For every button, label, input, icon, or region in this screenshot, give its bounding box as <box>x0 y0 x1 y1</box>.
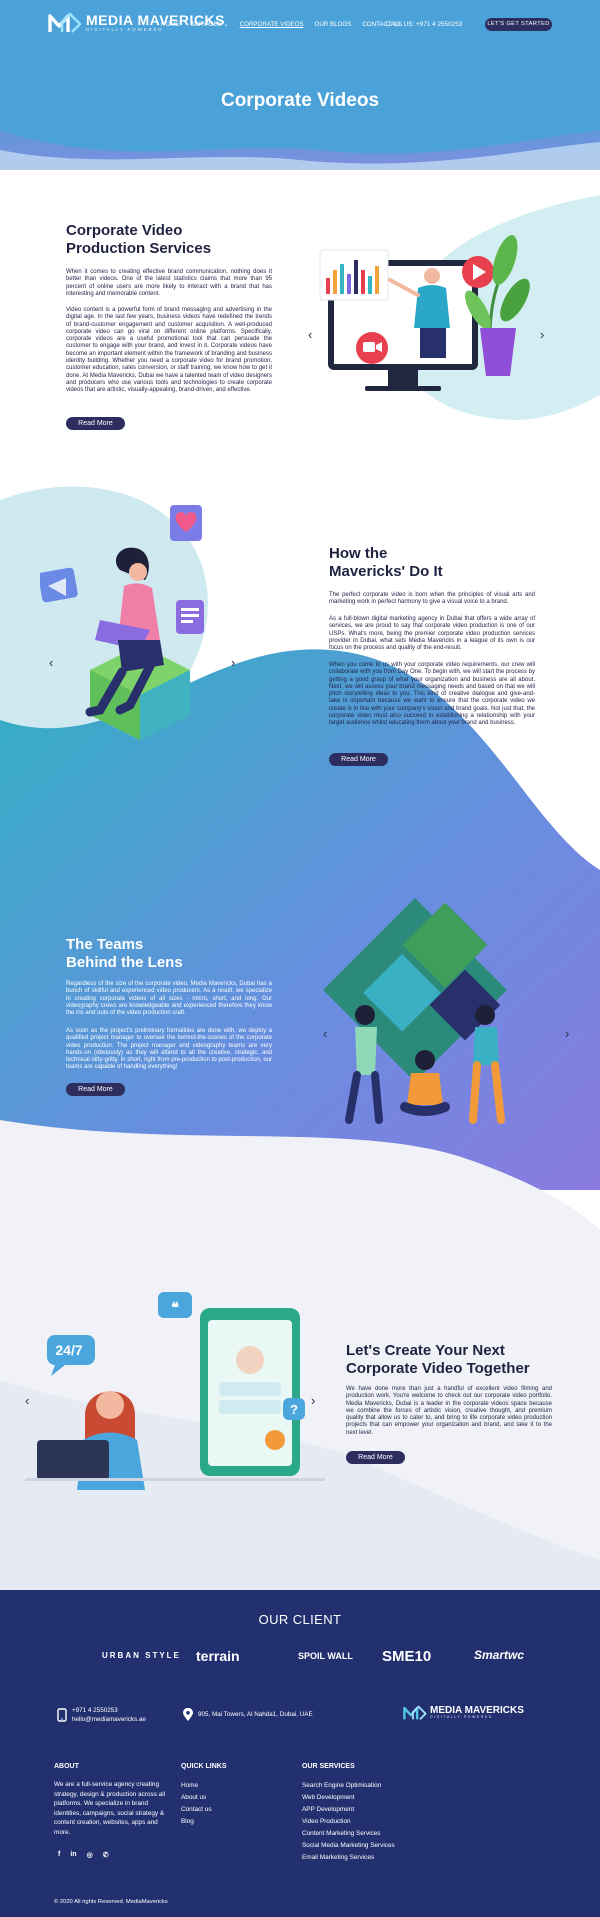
svg-text:?: ? <box>290 1402 298 1417</box>
slider3-next-arrow[interactable]: › <box>565 1027 569 1040</box>
copyright: © 2020 All rights Reserved. MediaMaveric… <box>54 1899 168 1905</box>
slider2-prev-arrow[interactable]: ‹ <box>49 656 53 669</box>
slider3-prev-arrow[interactable]: ‹ <box>323 1027 327 1040</box>
slider4-next-arrow[interactable]: › <box>311 1394 315 1407</box>
svg-text:❝: ❝ <box>171 1299 179 1315</box>
puzzle-team-illustration <box>323 898 507 1124</box>
support-247-badge: 24/7 <box>55 1342 83 1358</box>
our-services-heading: OUR SERVICES <box>302 1763 355 1770</box>
section2-paragraph-2: As a full-blown digital marketing agency… <box>329 616 535 652</box>
quick-link-contact[interactable]: Contact us <box>181 1804 212 1816</box>
footer-logo[interactable]: MEDIA MAVERICKS DIGITALLY POWERED <box>403 1705 524 1721</box>
main-nav: HOME SERVICES ⌄ CORPORATE VIDEOS OUR BLO… <box>161 21 402 28</box>
quick-link-about[interactable]: About us <box>181 1792 212 1804</box>
section3-title-line2: Behind the Lens <box>66 954 183 971</box>
instagram-icon[interactable]: ◎ <box>87 1851 93 1859</box>
services-list: Search Engine Optimisation Web Developme… <box>302 1780 395 1864</box>
service-link-social-media[interactable]: Social Media Marketing Services <box>302 1840 395 1852</box>
service-link-web-development[interactable]: Web Development <box>302 1792 395 1804</box>
section3-paragraph-2: As soon as the project's preliminary for… <box>66 1028 272 1071</box>
nav-our-blogs[interactable]: OUR BLOGS <box>315 21 352 28</box>
service-link-app-development[interactable]: APP Development <box>302 1804 395 1816</box>
laptop-girl-illustration <box>40 505 204 740</box>
service-link-seo[interactable]: Search Engine Optimisation <box>302 1780 395 1792</box>
social-links: f in ◎ ✆ <box>58 1851 109 1859</box>
section4-paragraph-1: We have done more than just a handful of… <box>346 1386 552 1436</box>
section4-title: Let's Create Your Next Corporate Video T… <box>346 1342 530 1378</box>
phone-icon <box>57 1708 67 1722</box>
service-link-content-marketing[interactable]: Content Marketing Services <box>302 1828 395 1840</box>
whatsapp-icon[interactable]: ✆ <box>103 1851 109 1859</box>
call-us-link[interactable]: CALL US: +971 4 2550253 <box>386 21 462 28</box>
quick-links-heading: QUICK LINKS <box>181 1763 227 1770</box>
client-logo-terrain: terrain <box>196 1648 240 1664</box>
client-logo-sme10: SME10 <box>382 1648 432 1665</box>
section1-title-line1: Corporate Video <box>66 222 183 239</box>
section2-paragraph-3: When you come to us with your corporate … <box>329 662 535 727</box>
section2-title-line2: Mavericks' Do It <box>329 563 443 580</box>
footer-phone[interactable]: +971 4 2550253 <box>72 1706 118 1715</box>
quick-link-home[interactable]: Home <box>181 1780 212 1792</box>
slider1-next-arrow[interactable]: › <box>540 328 544 341</box>
service-link-email-marketing[interactable]: Email Marketing Services <box>302 1852 395 1864</box>
section2-read-more-button[interactable]: Read More <box>329 753 388 766</box>
client-logo-smartwc: Smartwc <box>474 1648 525 1662</box>
nav-services-label: SERVICES <box>190 21 222 28</box>
section1-paragraph-1: When it comes to creating effective bran… <box>66 269 272 297</box>
slider1-prev-arrow[interactable]: ‹ <box>308 328 312 341</box>
nav-home[interactable]: HOME <box>161 21 180 28</box>
footer-email[interactable]: hello@mediamavericks.ae <box>72 1715 146 1724</box>
nav-corporate-videos[interactable]: CORPORATE VIDEOS <box>240 21 304 28</box>
facebook-icon[interactable]: f <box>58 1851 60 1859</box>
chevron-down-icon: ⌄ <box>223 21 229 28</box>
section4-read-more-button[interactable]: Read More <box>346 1451 405 1464</box>
service-link-video-production[interactable]: Video Production <box>302 1816 395 1828</box>
quick-link-blog[interactable]: Blog <box>181 1816 212 1828</box>
footer-background <box>0 1590 600 1917</box>
section1-read-more-button[interactable]: Read More <box>66 417 125 430</box>
page: MEDIA MAVERICKS DIGITALLY POWERED HOME S… <box>0 0 600 1917</box>
linkedin-icon[interactable]: in <box>70 1851 76 1859</box>
section2-title: How the Mavericks' Do It <box>329 545 443 581</box>
section1-paragraph-2: Video content is a powerful form of bran… <box>66 307 272 394</box>
section2-title-line1: How the <box>329 545 388 562</box>
nav-services[interactable]: SERVICES ⌄ <box>191 21 229 28</box>
presenter-illustration <box>319 235 530 391</box>
logo-tagline: DIGITALLY POWERED <box>86 27 164 33</box>
section4-title-line2: Corporate Video Together <box>346 1360 530 1377</box>
slider2-next-arrow[interactable]: › <box>231 656 235 669</box>
footer-address: 905, Mai Towers, Al Nahda1, Dubai, UAE <box>198 1711 313 1718</box>
get-started-button[interactable]: LET'S GET STARTED <box>485 18 552 31</box>
slider4-prev-arrow[interactable]: ‹ <box>25 1394 29 1407</box>
location-pin-icon <box>183 1708 193 1721</box>
section1-title-line2: Production Services <box>66 240 212 257</box>
section4-title-line1: Let's Create Your Next <box>346 1342 505 1359</box>
section1-title: Corporate Video Production Services <box>66 222 211 258</box>
support-agent-illustration: ❝ ? <box>25 1292 325 1490</box>
section3-read-more-button[interactable]: Read More <box>66 1083 125 1096</box>
client-logo-spoil-wall: SPOIL WALL <box>298 1651 353 1661</box>
logo-icon <box>48 12 82 33</box>
page-title: Corporate Videos <box>220 90 380 111</box>
about-text: We are a full-service agency creating st… <box>54 1781 166 1836</box>
footer-logo-icon <box>403 1705 427 1721</box>
client-logo-urban-style: URBAN STYLE <box>102 1651 181 1660</box>
our-client-heading: OUR CLIENT <box>258 1612 342 1627</box>
section2-paragraph-1: The perfect corporate video is born when… <box>329 592 535 606</box>
about-heading: ABOUT <box>54 1763 79 1770</box>
quick-links-list: Home About us Contact us Blog <box>181 1780 212 1828</box>
footer-logo-tagline: DIGITALLY POWERED <box>430 1715 493 1720</box>
section3-title-line1: The Teams <box>66 936 144 953</box>
section3-title: The Teams Behind the Lens <box>66 936 183 972</box>
section3-paragraph-1: Regardless of the size of the corporate … <box>66 981 272 1017</box>
